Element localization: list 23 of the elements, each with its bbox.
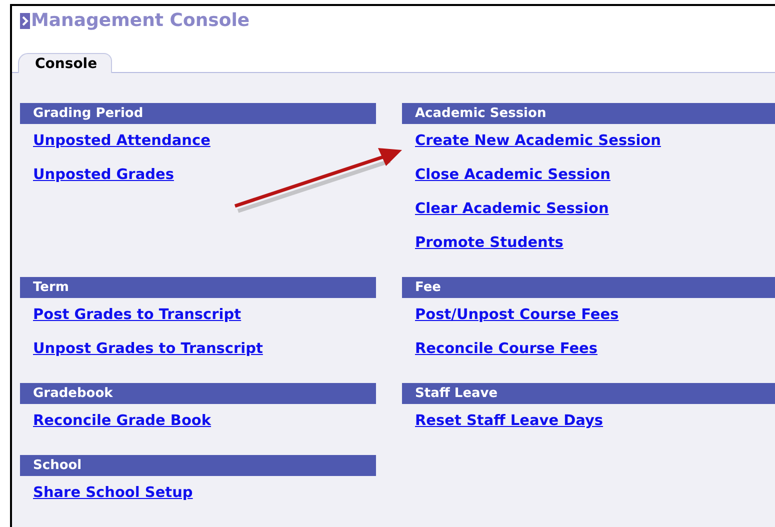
link[interactable]: Post Grades to Transcript [33,307,242,341]
section-header: Gradebook [20,383,376,404]
link[interactable]: Close Academic Session [415,167,610,201]
section-header: Academic Session [402,103,775,124]
section-header: Fee [402,277,775,298]
link[interactable]: Clear Academic Session [415,201,609,235]
tab[interactable]: Console [18,52,112,73]
link[interactable]: Create New Academic Session [415,133,661,167]
link[interactable]: Unposted Attendance [33,133,210,167]
section-header: Grading Period [20,103,376,124]
window-title: Management Console [20,10,250,31]
link[interactable]: Reconcile Grade Book [33,413,212,447]
section-header: Staff Leave [402,383,775,404]
chevron-icon [20,12,30,28]
section-header: Term [20,277,376,298]
link[interactable]: Share School Setup [33,485,193,519]
link[interactable]: Post/Unpost Course Fees [415,307,619,341]
link[interactable]: Promote Students [415,235,564,269]
link[interactable]: Unposted Grades [33,167,174,201]
link[interactable]: Reset Staff Leave Days [415,413,604,447]
section-header: School [20,455,376,476]
link[interactable]: Reconcile Course Fees [415,341,598,375]
link[interactable]: Unpost Grades to Transcript [33,341,263,375]
